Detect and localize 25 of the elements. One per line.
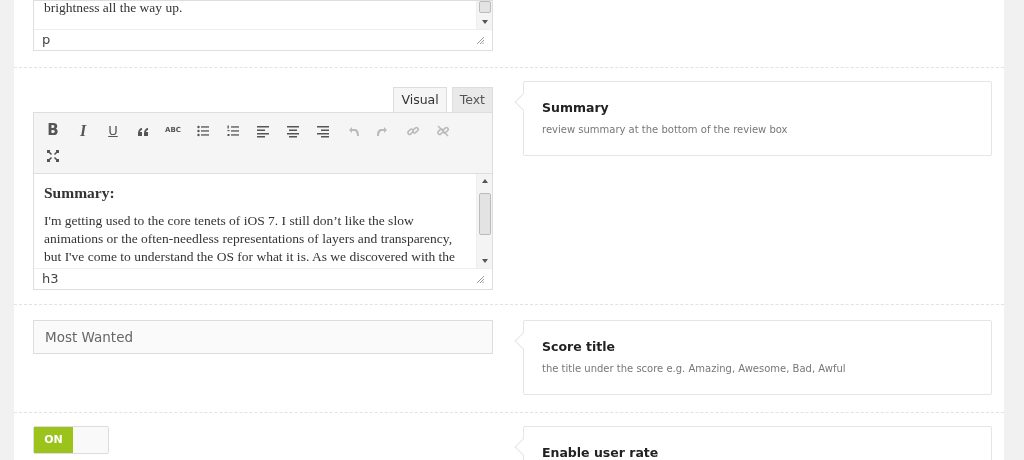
fullscreen-icon (46, 148, 60, 163)
editor-paragraph: brightness all the way up. (44, 0, 183, 17)
align-right-icon (316, 123, 330, 138)
help-title: Enable user rate (542, 443, 660, 460)
editor-tab[interactable]: Text (451, 87, 493, 112)
text-field[interactable]: Most Wanted (33, 320, 493, 354)
italic-button[interactable]: I (68, 118, 98, 143)
help-description: review summary at the bottom of the review box (542, 122, 789, 137)
editor-paragraph: I'm getting used to the core tenets of iOS 7. I still don’t like the slow animations or the often-needless representations of layers and transparency, but I've come to understand the OS for what it is. As we discovered with the (44, 212, 457, 266)
editor-tab[interactable]: Visual (393, 87, 447, 112)
bold-button[interactable]: B (38, 118, 68, 143)
help-title: Summary (542, 99, 610, 117)
align-left-icon (256, 123, 270, 138)
help-description: the title under the score e.g. Amazing, Awesome, Bad, Awful (542, 361, 847, 376)
numbers-icon (226, 123, 240, 138)
element-path: h3 (42, 270, 59, 288)
bullets-icon (196, 123, 210, 138)
resize-handle-icon[interactable] (477, 36, 484, 44)
element-path: p (42, 31, 51, 49)
unlink-icon (436, 123, 450, 138)
editor-heading: Summary: (44, 184, 116, 202)
resize-handle-icon[interactable] (477, 275, 484, 283)
help-title: Score title (542, 338, 616, 356)
align-center-icon (286, 123, 300, 138)
underline-button[interactable]: U (98, 118, 128, 143)
